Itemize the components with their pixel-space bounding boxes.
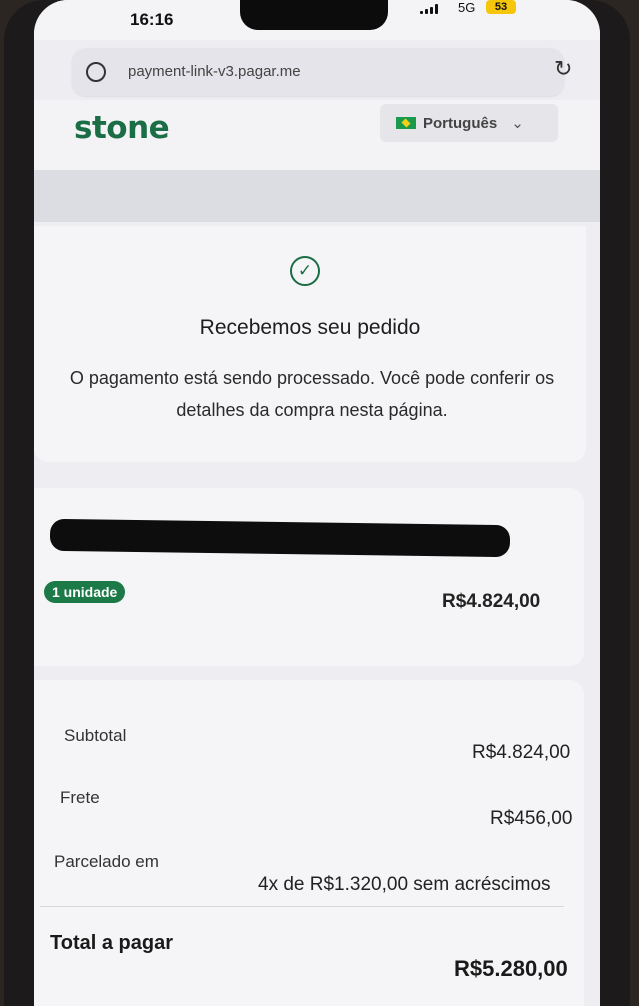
status-time: 16:16 [130,10,174,29]
confirmation-message: O pagamento está sendo processado. Você … [69,368,555,420]
subtotal-value: R$4.824,00 [472,742,571,763]
installments-value: 4x de R$1.320,00 sem acréscimos [258,874,551,895]
site-info-icon[interactable] [86,62,106,82]
stone-logo: stone [74,110,170,146]
subtotal-label: Subtotal [64,726,127,745]
item-price: R$4.824,00 [442,591,541,612]
quantity-badge: 1 unidade [44,581,126,603]
chevron-down-icon: ⌄ [511,115,524,132]
order-summary-card: Subtotal R$4.824,00 Frete R$456,00 Parce… [34,680,584,1006]
confirmation-card: ✓ Recebemos seu pedido O pagamento está … [34,226,586,462]
dynamic-island [240,0,388,30]
summary-divider [40,906,564,907]
language-selector[interactable]: Português ⌄ [380,104,558,142]
address-bar[interactable]: payment-link-v3.pagar.me ↻ [72,48,572,96]
phone-frame: 16:16 5G 53 payment-link-v3.pagar.me ↻ s… [4,0,630,1006]
total-value: R$5.280,00 [454,956,568,981]
signal-icon [420,4,438,14]
total-label: Total a pagar [50,932,173,954]
reload-icon[interactable]: ↻ [554,56,572,82]
status-bar: 16:16 5G 53 [34,0,600,40]
confirmation-title: Recebemos seu pedido [199,316,421,339]
check-circle-icon: ✓ [290,256,320,286]
language-label: Português [423,114,498,132]
product-name-redacted [49,518,511,558]
shipping-label: Frete [60,788,100,807]
shipping-value: R$456,00 [490,808,573,829]
url-text[interactable]: payment-link-v3.pagar.me [128,63,301,80]
order-item-card: 1 unidade R$4.824,00 [34,488,584,666]
screen: 16:16 5G 53 payment-link-v3.pagar.me ↻ s… [34,0,600,1006]
site-header: stone Português ⌄ [34,100,600,170]
brazil-flag-icon [396,117,416,129]
header-band [34,170,600,222]
battery-icon: 53 [486,0,516,14]
installments-label: Parcelado em [54,852,159,871]
network-type: 5G [458,0,476,15]
